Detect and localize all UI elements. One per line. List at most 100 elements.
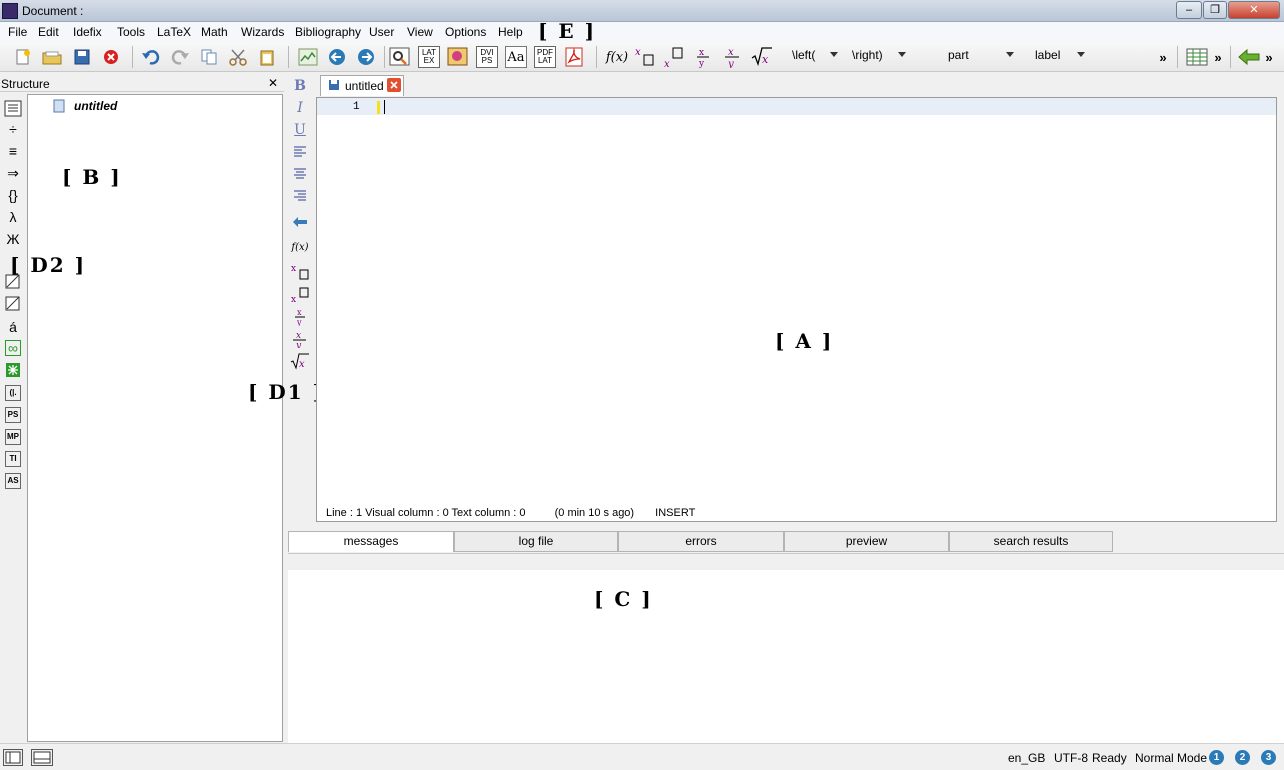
menu-math[interactable]: Math <box>201 25 228 39</box>
pstricks-icon[interactable]: PS <box>5 407 21 423</box>
asterisk-icon[interactable] <box>3 362 23 381</box>
italic-icon[interactable]: I <box>290 100 310 118</box>
toggle-messages-icon[interactable] <box>31 749 53 766</box>
new-file-icon[interactable] <box>12 46 34 68</box>
subscript-small-icon[interactable]: x <box>290 286 310 305</box>
open-folder-icon[interactable] <box>41 46 63 68</box>
dvips-button[interactable]: DVI PS <box>476 46 498 68</box>
tab-messages[interactable]: messages <box>288 531 454 552</box>
dvi-to-ps-icon[interactable] <box>447 46 469 68</box>
menu-view[interactable]: View <box>407 25 433 39</box>
misc-symbols-2-icon[interactable] <box>3 296 23 315</box>
sqrt-icon[interactable]: x <box>750 46 772 68</box>
close-tab-icon[interactable] <box>387 78 401 92</box>
superscript-small-icon[interactable]: x <box>290 264 310 282</box>
table-icon[interactable] <box>1186 46 1208 68</box>
delimiters-icon[interactable]: {} <box>3 186 23 205</box>
newline-icon[interactable] <box>290 216 310 234</box>
align-center-icon[interactable] <box>290 166 310 184</box>
left-delimiter-combo[interactable]: \left( <box>792 48 838 66</box>
cut-icon[interactable] <box>227 46 249 68</box>
svg-text:y: y <box>698 59 705 68</box>
pdf-icon[interactable] <box>563 46 585 68</box>
sqrt-small-icon[interactable]: x <box>290 352 310 370</box>
save-icon[interactable] <box>71 46 93 68</box>
structure-root-item[interactable]: untitled <box>74 99 117 113</box>
arrows-icon[interactable]: ⇒ <box>3 164 23 183</box>
bookmark-1-icon[interactable]: 1 <box>1209 750 1224 765</box>
copy-icon[interactable] <box>198 46 220 68</box>
greek-icon[interactable]: λ <box>3 208 23 227</box>
sectioning-combo[interactable]: part <box>948 48 1014 66</box>
tikz-icon[interactable]: TI <box>5 451 21 467</box>
undo-icon[interactable] <box>140 46 162 68</box>
menu-bibliography[interactable]: Bibliography <box>295 25 361 39</box>
references-combo[interactable]: label <box>1035 48 1085 66</box>
metapost-icon[interactable]: MP <box>5 429 21 445</box>
menu-edit[interactable]: Edit <box>38 25 59 39</box>
latex-button[interactable]: LAT EX <box>418 46 440 68</box>
minimize-button[interactable]: – <box>1176 1 1202 19</box>
green-back-arrow-icon[interactable] <box>1238 46 1260 68</box>
align-right-icon[interactable] <box>290 188 310 206</box>
asymptote-icon[interactable]: AS <box>5 473 21 489</box>
underline-icon[interactable]: U <box>290 122 310 140</box>
toolbar-overflow-1[interactable]: » <box>1156 46 1170 68</box>
menu-user[interactable]: User <box>369 25 394 39</box>
structure-view-icon[interactable] <box>3 99 23 118</box>
dfraction-small-icon[interactable]: xy <box>290 330 310 351</box>
menu-tools[interactable]: Tools <box>117 25 145 39</box>
menu-wizards[interactable]: Wizards <box>241 25 284 39</box>
toolbar-overflow-3[interactable]: » <box>1262 46 1276 68</box>
tab-log-file[interactable]: log file <box>454 531 618 552</box>
close-document-icon[interactable] <box>100 46 122 68</box>
forward-arrow-icon[interactable] <box>355 46 377 68</box>
superscript-icon[interactable]: x <box>634 46 656 68</box>
toolbar-overflow-2[interactable]: » <box>1211 46 1225 68</box>
menu-idefix[interactable]: Idefix <box>73 25 102 39</box>
bookmark-3-icon[interactable]: 3 <box>1261 750 1276 765</box>
editor-area[interactable]: [ A ] <box>316 97 1277 522</box>
relations-icon[interactable]: ≡ <box>3 142 23 161</box>
pdflatex-button[interactable]: PDF LAT <box>534 46 556 68</box>
fraction-small-icon[interactable]: xy <box>290 308 310 327</box>
function-icon[interactable]: f(x) <box>604 46 630 68</box>
fx-icon[interactable]: f(x) <box>290 242 310 260</box>
toggle-structure-icon[interactable] <box>3 749 23 766</box>
bookmark-2-icon[interactable]: 2 <box>1235 750 1250 765</box>
left-delimiter-value: \left( <box>792 48 816 62</box>
structure-close-button[interactable]: ✕ <box>268 76 278 90</box>
tab-preview[interactable]: preview <box>784 531 949 552</box>
left-right-icon[interactable]: (|. <box>5 385 21 401</box>
subscript-icon[interactable]: x <box>663 46 685 68</box>
align-left-icon[interactable] <box>290 144 310 162</box>
tab-untitled[interactable]: untitled <box>320 75 404 96</box>
language-selector[interactable]: en_GB <box>1008 751 1045 765</box>
quick-build-icon[interactable] <box>297 46 319 68</box>
view-dvi-icon[interactable] <box>389 46 411 68</box>
paste-icon[interactable] <box>256 46 278 68</box>
fraction-icon[interactable]: xy <box>692 46 714 68</box>
close-window-button[interactable]: ✕ <box>1228 1 1280 19</box>
bold-icon[interactable]: B <box>290 78 310 96</box>
operators-icon[interactable]: ÷ <box>3 120 23 139</box>
redo-icon[interactable] <box>169 46 191 68</box>
tab-search-results[interactable]: search results <box>949 531 1113 552</box>
menu-help[interactable]: Help <box>498 25 523 39</box>
document-icon <box>52 99 66 113</box>
tab-errors[interactable]: errors <box>618 531 784 552</box>
cyrillic-icon[interactable]: Ж <box>3 230 23 249</box>
font-button[interactable]: Aa <box>505 46 527 68</box>
menu-file[interactable]: File <box>8 25 27 39</box>
accents-icon[interactable]: á <box>3 318 23 337</box>
mode-status[interactable]: Normal Mode <box>1135 751 1207 765</box>
right-delimiter-combo[interactable]: \right) <box>852 48 906 66</box>
infinity-icon[interactable]: ∞ <box>5 340 21 356</box>
encoding-label[interactable]: UTF-8 <box>1054 751 1088 765</box>
back-arrow-icon[interactable] <box>326 46 348 68</box>
autosave-time: (0 min 10 s ago) <box>554 507 635 519</box>
maximize-button[interactable]: ❐ <box>1203 1 1227 19</box>
menu-options[interactable]: Options <box>445 25 486 39</box>
menu-latex[interactable]: LaTeX <box>157 25 191 39</box>
dfraction-icon[interactable]: xy <box>721 46 743 68</box>
